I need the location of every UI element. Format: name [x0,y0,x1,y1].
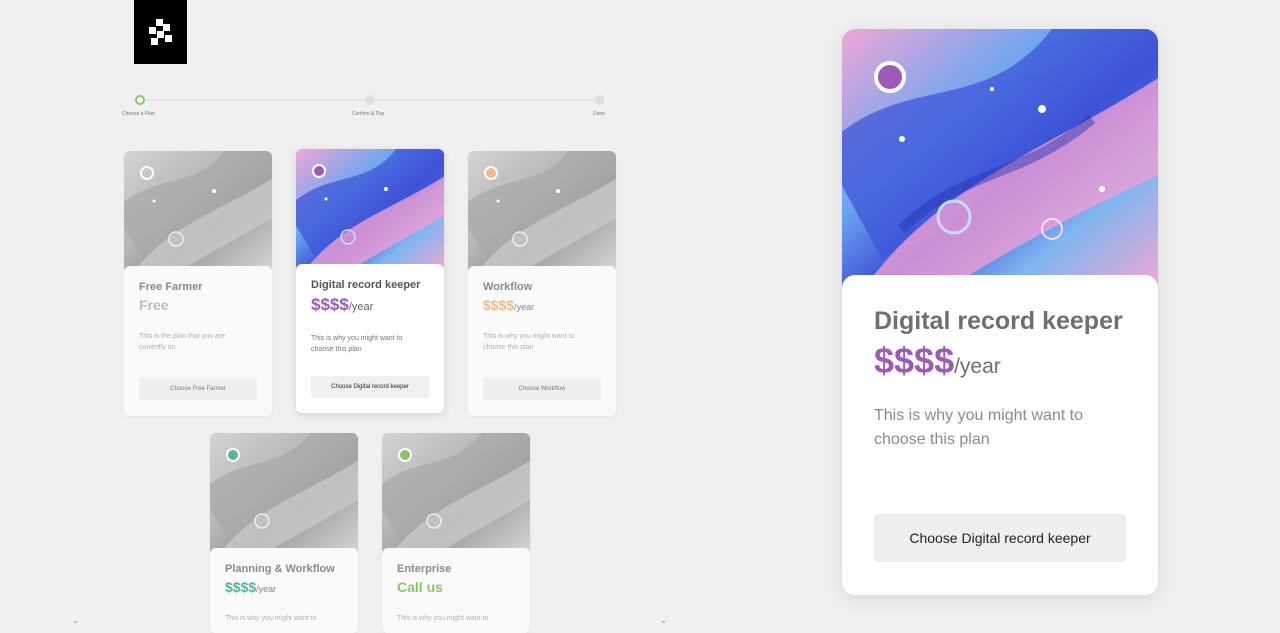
plan-detail-card[interactable]: Digital record keeper $$$$/year This is … [842,29,1158,595]
choose-free-farmer-button[interactable]: Choose Free Farmer [139,378,257,400]
plan-card-free-farmer[interactable]: Free Farmer Free This is the plan that y… [124,151,272,416]
plan-name: Digital record keeper [311,279,421,291]
plan-price: Free [139,297,169,313]
step-2-label: Confirm & Pay [352,111,385,117]
plan-description: This is why you might want to choose thi… [483,333,575,351]
plan-description: This is why you might want to [397,615,489,622]
choose-workflow-button[interactable]: Choose Workflow [483,378,601,400]
plan-detail-price: $$$$/year [874,340,1001,381]
plan-description: This is the plan that you are currently … [139,333,225,351]
plan-price: $$$$/year [225,579,277,595]
plan-body: Free Farmer Free This is the plan that y… [124,266,272,416]
plan-detail-radio[interactable] [874,61,906,93]
plan-body: Enterprise Call us This is why you might… [382,548,530,633]
step-3-indicator[interactable] [595,95,605,105]
plan-price: $$$$/year [483,297,535,313]
plan-price: Call us [397,579,443,595]
plan-detail-name: Digital record keeper [874,307,1123,335]
brand-logo[interactable] [134,0,187,64]
plan-radio[interactable] [484,166,498,180]
plan-radio[interactable] [140,166,154,180]
step-2-indicator[interactable] [365,95,375,105]
plan-detail-description: This is why you might want to choose thi… [874,407,1083,448]
step-1-label: Choose a Plan [122,111,155,117]
plan-card-planning-workflow[interactable]: Planning & Workflow $$$$/year This is wh… [210,433,358,633]
plan-card-enterprise[interactable]: Enterprise Call us This is why you might… [382,433,530,633]
scroll-hint-mark [74,621,77,623]
plan-radio[interactable] [398,448,412,462]
step-1-indicator[interactable] [135,95,145,105]
plan-description: This is why you might want to [225,615,317,622]
choose-digital-record-keeper-button[interactable]: Choose Digital record keeper [874,514,1126,562]
plan-card-workflow[interactable]: Workflow $$$$/year This is why you might… [468,151,616,416]
plan-radio[interactable] [226,448,240,462]
plan-body: Digital record keeper $$$$/year This is … [296,264,444,413]
plan-radio[interactable] [312,164,326,178]
plan-body: Workflow $$$$/year This is why you might… [468,266,616,416]
choose-digital-record-keeper-button[interactable]: Choose Digital record keeper [311,376,429,398]
plan-description: This is why you might want to choose thi… [311,335,403,353]
plan-name: Free Farmer [139,281,203,293]
step-3-label: Done [593,111,605,117]
plan-body: Planning & Workflow $$$$/year This is wh… [210,548,358,633]
plan-name: Enterprise [397,563,452,575]
plan-name: Workflow [483,281,533,293]
scroll-hint-mark [662,621,665,623]
progress-stepper: Choose a Plan Confirm & Pay Done [120,90,610,120]
plan-card-digital-record-keeper[interactable]: Digital record keeper $$$$/year This is … [296,149,444,413]
plan-price: $$$$/year [311,295,374,314]
plan-name: Planning & Workflow [225,563,335,575]
plan-detail-body: Digital record keeper $$$$/year This is … [842,275,1158,595]
